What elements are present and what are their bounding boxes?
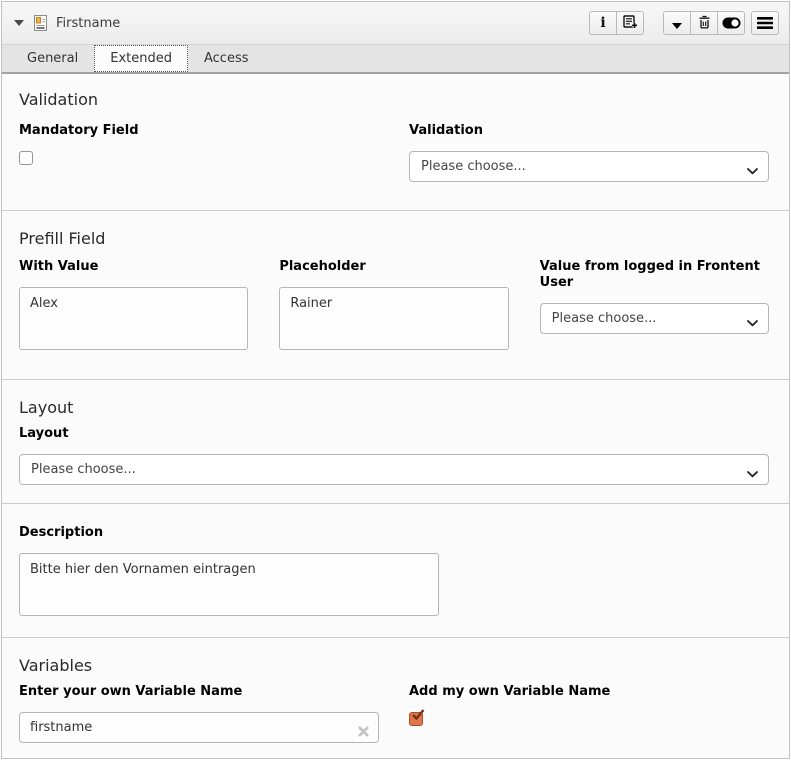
collapse-caret-icon[interactable]: [14, 20, 24, 26]
section-heading-layout: Layout: [19, 398, 769, 417]
section-heading-variables: Variables: [19, 656, 769, 675]
frontend-user-select-value: Please choose...: [552, 311, 657, 326]
layout-label: Layout: [19, 426, 769, 442]
add-own-variable-label: Add my own Variable Name: [409, 684, 769, 700]
toggle-visibility-button[interactable]: [717, 11, 745, 35]
frontend-user-label: Value from logged in Frontent User: [540, 259, 769, 291]
dropdown-button[interactable]: [663, 11, 691, 35]
copy-plus-icon: [623, 14, 638, 33]
section-heading-prefill: Prefill Field: [19, 229, 769, 248]
with-value-textarea[interactable]: Alex: [19, 287, 248, 350]
section-layout: Layout Layout Please choose...: [2, 380, 789, 504]
panel-header: Firstname i: [2, 2, 789, 45]
panel-title: Firstname: [56, 16, 120, 31]
info-icon: i: [600, 16, 605, 30]
clear-input-icon[interactable]: [358, 722, 369, 741]
drag-handle-button[interactable]: [751, 11, 779, 35]
section-variables: Variables Enter your own Variable Name A…: [2, 638, 789, 759]
section-prefill: Prefill Field With Value Alex Placeholde…: [2, 211, 789, 380]
delete-button[interactable]: [690, 11, 718, 35]
variable-name-input[interactable]: [19, 712, 379, 743]
toggle-icon: [722, 14, 741, 33]
description-textarea[interactable]: Bitte hier den Vornamen eintragen: [19, 553, 439, 616]
variable-name-label: Enter your own Variable Name: [19, 684, 379, 700]
caret-down-icon: [672, 14, 682, 33]
layout-select[interactable]: Please choose...: [19, 454, 769, 485]
layout-select-value: Please choose...: [31, 462, 136, 477]
copy-add-button[interactable]: [616, 11, 644, 35]
validation-select-value: Please choose...: [421, 159, 526, 174]
with-value-label: With Value: [19, 259, 248, 275]
info-button[interactable]: i: [589, 11, 617, 35]
chevron-down-icon: [747, 316, 758, 331]
frontend-user-select[interactable]: Please choose...: [540, 303, 769, 334]
placeholder-textarea[interactable]: Rainer: [279, 287, 508, 350]
trash-icon: [698, 14, 711, 33]
validation-label: Validation: [409, 123, 769, 139]
form-field-icon: [34, 15, 47, 31]
toolbar: i: [589, 11, 779, 35]
add-own-variable-checkbox[interactable]: [409, 712, 423, 726]
section-description: Description Bitte hier den Vornamen eint…: [2, 504, 789, 638]
chevron-down-icon: [747, 164, 758, 179]
tabbar: General Extended Access: [2, 45, 789, 74]
mandatory-field-label: Mandatory Field: [19, 123, 379, 139]
hamburger-icon: [757, 14, 773, 33]
validation-select[interactable]: Please choose...: [409, 151, 769, 182]
tab-general[interactable]: General: [11, 45, 94, 72]
description-label: Description: [19, 525, 769, 541]
placeholder-label: Placeholder: [279, 259, 508, 275]
section-validation: Validation Mandatory Field Validation Pl…: [2, 74, 789, 211]
form-field-panel: Firstname i: [1, 1, 790, 759]
mandatory-field-checkbox[interactable]: [19, 151, 33, 165]
chevron-down-icon: [747, 467, 758, 482]
section-heading-validation: Validation: [19, 90, 769, 109]
tab-access[interactable]: Access: [188, 45, 265, 72]
tab-extended[interactable]: Extended: [94, 45, 188, 72]
